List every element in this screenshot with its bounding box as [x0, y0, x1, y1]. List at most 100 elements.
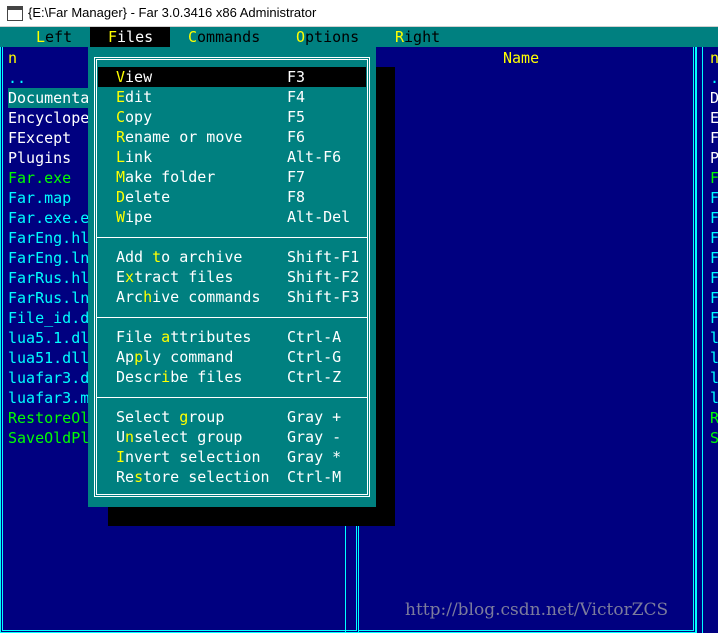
menu-item-restore-selection[interactable]: Restore selection Ctrl-M	[98, 467, 366, 487]
menu-item-view[interactable]: View F3	[98, 67, 366, 87]
menu-item-shortcut: Ctrl-A	[287, 328, 342, 346]
file-row[interactable]: R	[710, 408, 718, 428]
menu-commands[interactable]: Commands	[188, 27, 260, 47]
file-row[interactable]: S	[710, 428, 718, 448]
file-row[interactable]: RestoreOl	[8, 408, 89, 428]
file-row[interactable]: F	[710, 248, 718, 268]
file-row[interactable]: ..	[8, 68, 26, 88]
file-row[interactable]: P	[710, 148, 718, 168]
menu-item-add-to-archive[interactable]: Add to archive Shift-F1	[98, 247, 366, 267]
menu-item-copy[interactable]: Copy F5	[98, 107, 366, 127]
file-row[interactable]: Plugins	[8, 148, 71, 168]
hotkey-letter: a	[161, 328, 171, 346]
menu-separator	[96, 237, 368, 238]
hotkey-letter: D	[116, 188, 126, 206]
menu-files[interactable]: Files	[90, 27, 170, 47]
hotkey-letter: x	[125, 268, 135, 286]
file-row[interactable]: FarEng.hl	[8, 228, 89, 248]
menu-item-label: Unselect group	[116, 428, 243, 446]
hotkey-letter: L	[116, 148, 126, 166]
menu-item-unselect-group[interactable]: Unselect group Gray -	[98, 427, 366, 447]
menu-item-link[interactable]: Link Alt-F6	[98, 147, 366, 167]
menu-item-file-attributes[interactable]: File attributes Ctrl-A	[98, 327, 366, 347]
window-title: {E:\Far Manager} - Far 3.0.3416 x86 Admi…	[28, 5, 317, 20]
menu-item-label: File attributes	[116, 328, 252, 346]
hotkey-letter: C	[188, 28, 198, 46]
file-row[interactable]: File_id.d	[8, 308, 89, 328]
menu-item-archive-commands[interactable]: Archive commands Shift-F3	[98, 287, 366, 307]
file-row[interactable]: F	[710, 228, 718, 248]
file-row[interactable]: l	[710, 328, 718, 348]
menu-item-edit[interactable]: Edit F4	[98, 87, 366, 107]
file-row[interactable]: F	[710, 128, 718, 148]
file-row[interactable]: Far.exe	[8, 168, 71, 188]
file-row[interactable]: F	[710, 208, 718, 228]
file-row[interactable]: l	[710, 348, 718, 368]
file-row[interactable]: F	[710, 288, 718, 308]
menu-item-label: Select group	[116, 408, 225, 426]
menu-item-shortcut: Ctrl-G	[287, 348, 342, 366]
menu-left[interactable]: Left	[36, 27, 72, 47]
file-row[interactable]: E	[710, 108, 718, 128]
menu-item-shortcut: Shift-F1	[287, 248, 360, 266]
menu-item-apply-command[interactable]: Apply command Ctrl-G	[98, 347, 366, 367]
file-row[interactable]: Documenta	[8, 88, 88, 108]
menu-item-wipe[interactable]: Wipe Alt-Del	[98, 207, 366, 227]
menu-item-shortcut: Ctrl-M	[287, 468, 342, 486]
right-panel[interactable]	[359, 47, 696, 633]
menu-item-shortcut: F7	[287, 168, 306, 186]
menu-item-select-group[interactable]: Select group Gray +	[98, 407, 366, 427]
menu-item-rename-or-move[interactable]: Rename or move F6	[98, 127, 366, 147]
file-row[interactable]: FarRus.ln	[8, 288, 89, 308]
file-row[interactable]: Encyclope	[8, 108, 89, 128]
file-row[interactable]: Far.exe.e	[8, 208, 89, 228]
file-row[interactable]: l	[710, 388, 718, 408]
file-row[interactable]: F	[710, 308, 718, 328]
right-panel-left-edge	[696, 47, 697, 633]
hotkey-letter: n	[125, 428, 135, 446]
hotkey-letter: i	[161, 368, 171, 386]
menu-item-extract-files[interactable]: Extract files Shift-F2	[98, 267, 366, 287]
menu-item-describe-files[interactable]: Describe files Ctrl-Z	[98, 367, 366, 387]
menu-item-label: Restore selection	[116, 468, 270, 486]
menu-right[interactable]: Right	[395, 27, 440, 47]
menu-item-shortcut: Alt-F6	[287, 148, 342, 166]
file-row[interactable]: lua51.dll	[8, 348, 89, 368]
file-row[interactable]: FExcept	[8, 128, 71, 148]
menu-item-delete[interactable]: Delete F8	[98, 187, 366, 207]
menu-item-label: Describe files	[116, 368, 243, 386]
file-row[interactable]: .	[710, 68, 718, 88]
menu-item-make-folder[interactable]: Make folder F7	[98, 167, 366, 187]
file-row[interactable]: D	[710, 88, 718, 108]
hotkey-letter: V	[116, 68, 126, 86]
menu-item-label: Invert selection	[116, 448, 261, 466]
file-row[interactable]: luafar3.d	[8, 368, 89, 388]
hotkey-letter: M	[116, 168, 126, 186]
hotkey-letter: F	[108, 28, 118, 46]
file-row[interactable]: FarEng.ln	[8, 248, 89, 268]
menu-item-shortcut: Shift-F2	[287, 268, 360, 286]
menu-item-shortcut: F3	[287, 68, 306, 86]
menu-item-shortcut: F5	[287, 108, 306, 126]
console-window-icon	[7, 6, 23, 21]
file-row[interactable]: F	[710, 168, 718, 188]
menu-item-shortcut: Gray +	[287, 408, 342, 426]
file-row[interactable]: F	[710, 188, 718, 208]
window-titlebar[interactable]: {E:\Far Manager} - Far 3.0.3416 x86 Admi…	[0, 0, 718, 27]
file-row[interactable]: FarRus.hl	[8, 268, 89, 288]
right-panel-left-edge-2	[702, 47, 703, 633]
file-row[interactable]: lua5.1.dl	[8, 328, 89, 348]
menu-item-invert-selection[interactable]: Invert selection Gray *	[98, 447, 366, 467]
menu-options[interactable]: Options	[296, 27, 359, 47]
hotkey-letter: O	[296, 28, 306, 46]
menu-item-label: Archive commands	[116, 288, 261, 306]
menu-item-label: Make folder	[116, 168, 216, 186]
file-row[interactable]: Far.map	[8, 188, 71, 208]
menu-item-label: Extract files	[116, 268, 234, 286]
file-row[interactable]: F	[710, 268, 718, 288]
file-row[interactable]: l	[710, 368, 718, 388]
menu-item-shortcut: F6	[287, 128, 306, 146]
file-row[interactable]: SaveOldPl	[8, 428, 89, 448]
file-row[interactable]: luafar3.m	[8, 388, 89, 408]
left-column-header: n	[8, 49, 18, 67]
